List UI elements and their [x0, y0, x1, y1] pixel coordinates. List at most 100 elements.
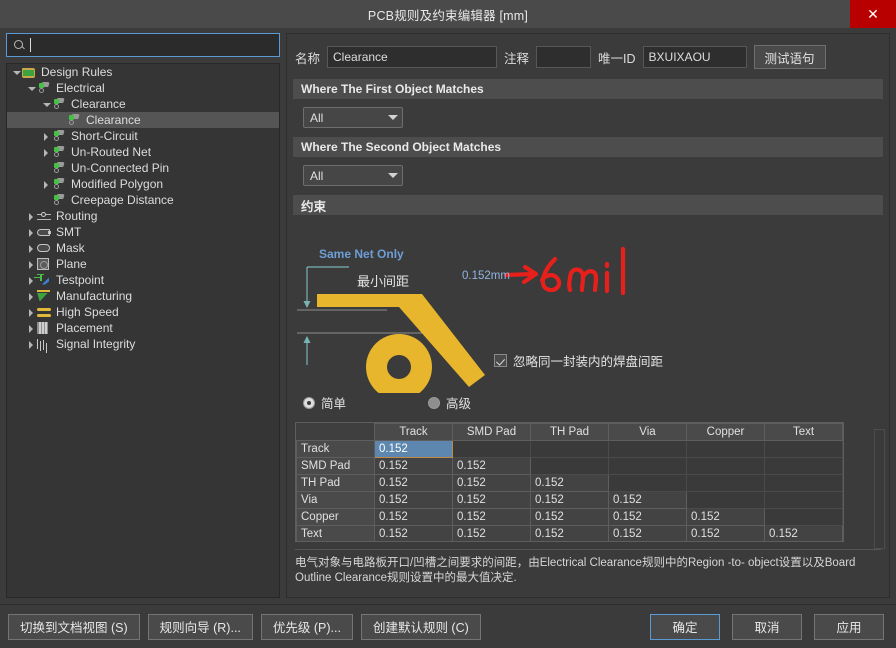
unique-id-field[interactable]: BXUIXAOU	[642, 46, 747, 68]
tree-item-plane[interactable]: Plane	[7, 256, 279, 272]
ignore-pad-clearance-row[interactable]: 忽略同一封装内的焊盘间距	[494, 351, 663, 370]
same-net-only-label: Same Net Only	[319, 247, 404, 261]
first-object-scope-dropdown[interactable]: All	[303, 107, 403, 128]
matrix-cell[interactable]: 0.152	[686, 508, 765, 526]
matrix-cell[interactable]: 0.152	[374, 525, 453, 541]
matrix-cell[interactable]: 0.152	[374, 474, 453, 492]
matrix-column-header[interactable]: Text	[764, 423, 843, 441]
chevron-right-icon[interactable]	[26, 211, 37, 222]
matrix-cell[interactable]: 0.152	[374, 491, 453, 509]
rule-icon	[67, 114, 82, 127]
routing-icon	[37, 210, 52, 223]
tree-item-electrical[interactable]: Electrical	[7, 80, 279, 96]
tree-item-clearance[interactable]: Clearance	[7, 112, 279, 128]
rules-tree[interactable]: Design Rules Electrical Clearance Clearance…	[6, 63, 280, 598]
apply-button[interactable]: 应用	[814, 613, 884, 640]
matrix-column-header[interactable]: Copper	[686, 423, 765, 441]
tree-item-routing[interactable]: Routing	[7, 208, 279, 224]
test-query-button[interactable]: 测试语句	[753, 45, 826, 69]
tree-item-smt[interactable]: SMT	[7, 224, 279, 240]
matrix-cell[interactable]: 0.152	[608, 491, 687, 509]
switch-to-document-view-button[interactable]: 切换到文档视图 (S)	[8, 613, 140, 640]
matrix-row-header[interactable]: Via	[296, 491, 375, 509]
matrix-cell[interactable]: 0.152	[452, 491, 531, 509]
mask-icon	[37, 242, 52, 255]
tree-item-signal-integrity[interactable]: Signal Integrity	[7, 336, 279, 352]
matrix-cell[interactable]: 0.152	[764, 525, 843, 541]
matrix-cell[interactable]: 0.152	[452, 474, 531, 492]
tree-item-un-connected-pin[interactable]: Un-Connected Pin	[7, 160, 279, 176]
clearance-matrix-table[interactable]: Track SMD Pad TH Pad Via Copper Text Track 0.1…	[295, 422, 844, 542]
search-box[interactable]	[6, 33, 280, 57]
matrix-row-header[interactable]: TH Pad	[296, 474, 375, 492]
matrix-column-header[interactable]: Track	[374, 423, 453, 441]
matrix-cell[interactable]: 0.152	[530, 525, 609, 541]
placement-icon	[37, 321, 52, 335]
matrix-vertical-scrollbar[interactable]	[874, 429, 885, 549]
tree-item-placement[interactable]: Placement	[7, 320, 279, 336]
chevron-right-icon[interactable]	[26, 227, 37, 238]
tree-item-mask[interactable]: Mask	[7, 240, 279, 256]
matrix-cell[interactable]: 0.152	[530, 474, 609, 492]
priority-button[interactable]: 优先级 (P)...	[260, 613, 353, 640]
chevron-right-icon[interactable]	[41, 131, 52, 142]
name-field[interactable]: Clearance	[327, 46, 498, 68]
tree-item-clearance[interactable]: Clearance	[7, 96, 279, 112]
matrix-column-header[interactable]: SMD Pad	[452, 423, 531, 441]
tree-item-label: Un-Routed Net	[71, 145, 152, 159]
tree-item-short-circuit[interactable]: Short-Circuit	[7, 128, 279, 144]
rule-icon	[52, 130, 67, 143]
second-object-scope-dropdown[interactable]: All	[303, 165, 403, 186]
matrix-cell[interactable]: 0.152	[530, 491, 609, 509]
matrix-row-header[interactable]: SMD Pad	[296, 457, 375, 475]
chevron-right-icon[interactable]	[26, 259, 37, 270]
chevron-right-icon[interactable]	[41, 179, 52, 190]
ok-button[interactable]: 确定	[650, 613, 720, 640]
matrix-cell[interactable]: 0.152	[530, 508, 609, 526]
matrix-cell[interactable]: 0.152	[374, 457, 453, 475]
matrix-cell-empty	[530, 457, 609, 475]
matrix-cell[interactable]: 0.152	[452, 508, 531, 526]
mode-advanced-radio[interactable]: 高级	[428, 393, 471, 412]
ignore-pad-clearance-checkbox[interactable]	[494, 354, 507, 367]
tree-item-testpoint[interactable]: Testpoint	[7, 272, 279, 288]
matrix-cell[interactable]: 0.152	[374, 508, 453, 526]
tree-item-manufacturing[interactable]: Manufacturing	[7, 288, 279, 304]
comment-field[interactable]	[536, 46, 592, 68]
matrix-cell[interactable]: 0.152	[374, 440, 453, 458]
tree-item-modified-polygon[interactable]: Modified Polygon	[7, 176, 279, 192]
matrix-cell[interactable]: 0.152	[608, 525, 687, 541]
tree-item-creepage-distance[interactable]: Creepage Distance	[7, 192, 279, 208]
chevron-right-icon[interactable]	[26, 291, 37, 302]
mode-simple-radio[interactable]: 简单	[303, 393, 428, 412]
chevron-right-icon[interactable]	[26, 275, 37, 286]
tree-item-design-rules[interactable]: Design Rules	[7, 64, 279, 80]
matrix-column-header[interactable]: Via	[608, 423, 687, 441]
chevron-down-icon[interactable]	[26, 83, 37, 94]
matrix-column-header[interactable]: TH Pad	[530, 423, 609, 441]
chevron-right-icon[interactable]	[26, 243, 37, 254]
search-input[interactable]	[31, 38, 273, 52]
matrix-cell-empty	[764, 440, 843, 458]
matrix-row-header[interactable]: Track	[296, 440, 375, 458]
matrix-cell[interactable]: 0.152	[452, 457, 531, 475]
chevron-right-icon[interactable]	[41, 147, 52, 158]
cancel-button[interactable]: 取消	[732, 613, 802, 640]
chevron-down-icon[interactable]	[11, 67, 22, 78]
matrix-cell[interactable]: 0.152	[608, 508, 687, 526]
chevron-right-icon[interactable]	[26, 323, 37, 334]
rule-wizard-button[interactable]: 规则向导 (R)...	[147, 613, 253, 640]
create-default-rules-button[interactable]: 创建默认规则 (C)	[360, 613, 481, 640]
matrix-row-header[interactable]: Copper	[296, 508, 375, 526]
tree-item-high-speed[interactable]: High Speed	[7, 304, 279, 320]
tree-item-label: Modified Polygon	[71, 177, 164, 191]
chevron-down-icon[interactable]	[41, 99, 52, 110]
chevron-right-icon[interactable]	[26, 339, 37, 350]
close-icon[interactable]: ✕	[850, 0, 896, 28]
matrix-cell[interactable]: 0.152	[686, 525, 765, 541]
tree-item-un-routed-net[interactable]: Un-Routed Net	[7, 144, 279, 160]
tree-item-label: Mask	[56, 241, 85, 255]
matrix-row-header[interactable]: Text	[296, 525, 375, 541]
matrix-cell[interactable]: 0.152	[452, 525, 531, 541]
chevron-right-icon[interactable]	[26, 307, 37, 318]
